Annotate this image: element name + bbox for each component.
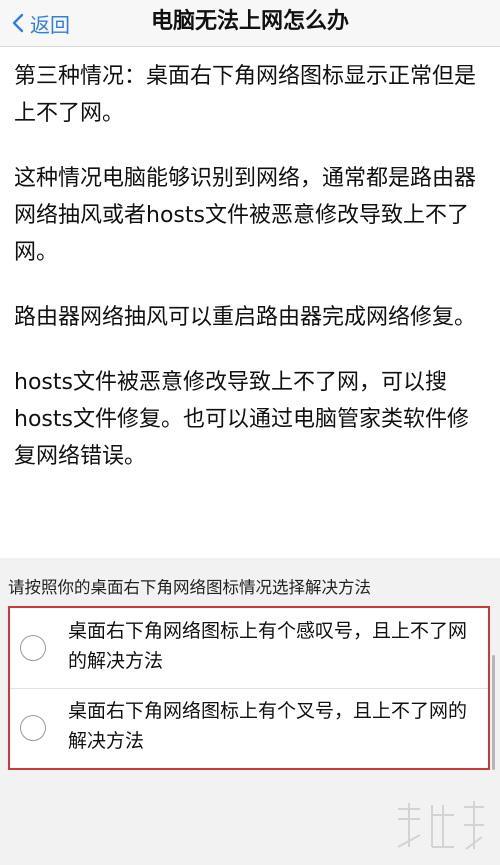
article-body: 第三种情况：桌面右下角网络图标显示正常但是上不了网。 这种情况电脑能够识别到网络… — [14, 58, 484, 503]
paragraph: 路由器网络抽风可以重启路由器完成网络修复。 — [14, 305, 477, 330]
paragraph: 第三种情况：桌面右下角网络图标显示正常但是上不了网。 — [14, 64, 477, 126]
watermark-icon — [397, 801, 484, 850]
options-list: 桌面右下角网络图标上有个感叹号，且上不了网的解决方法 桌面右下角网络图标上有个叉… — [8, 606, 490, 770]
choice-prompt: 请按照你的桌面右下角网络图标情况选择解决方法 — [8, 578, 371, 597]
option-exclamation[interactable]: 桌面右下角网络图标上有个感叹号，且上不了网的解决方法 — [10, 610, 488, 689]
paragraph: 这种情况电脑能够识别到网络，通常都是路由器网络抽风或者hosts文件被恶意修改导… — [14, 166, 477, 265]
radio-button[interactable] — [20, 635, 46, 661]
scrollbar[interactable] — [492, 655, 495, 770]
radio-button[interactable] — [20, 715, 46, 741]
option-cross[interactable]: 桌面右下角网络图标上有个叉号，且上不了网的解决方法 — [10, 690, 488, 768]
option-label: 桌面右下角网络图标上有个感叹号，且上不了网的解决方法 — [68, 620, 468, 672]
page-title: 电脑无法上网怎么办 — [150, 9, 349, 34]
navigation-bar: 返回 电脑无法上网怎么办 — [0, 0, 500, 47]
option-label: 桌面右下角网络图标上有个叉号，且上不了网的解决方法 — [68, 700, 468, 752]
paragraph: hosts文件被恶意修改导致上不了网，可以搜hosts文件修复。也可以通过电脑管… — [14, 370, 469, 469]
